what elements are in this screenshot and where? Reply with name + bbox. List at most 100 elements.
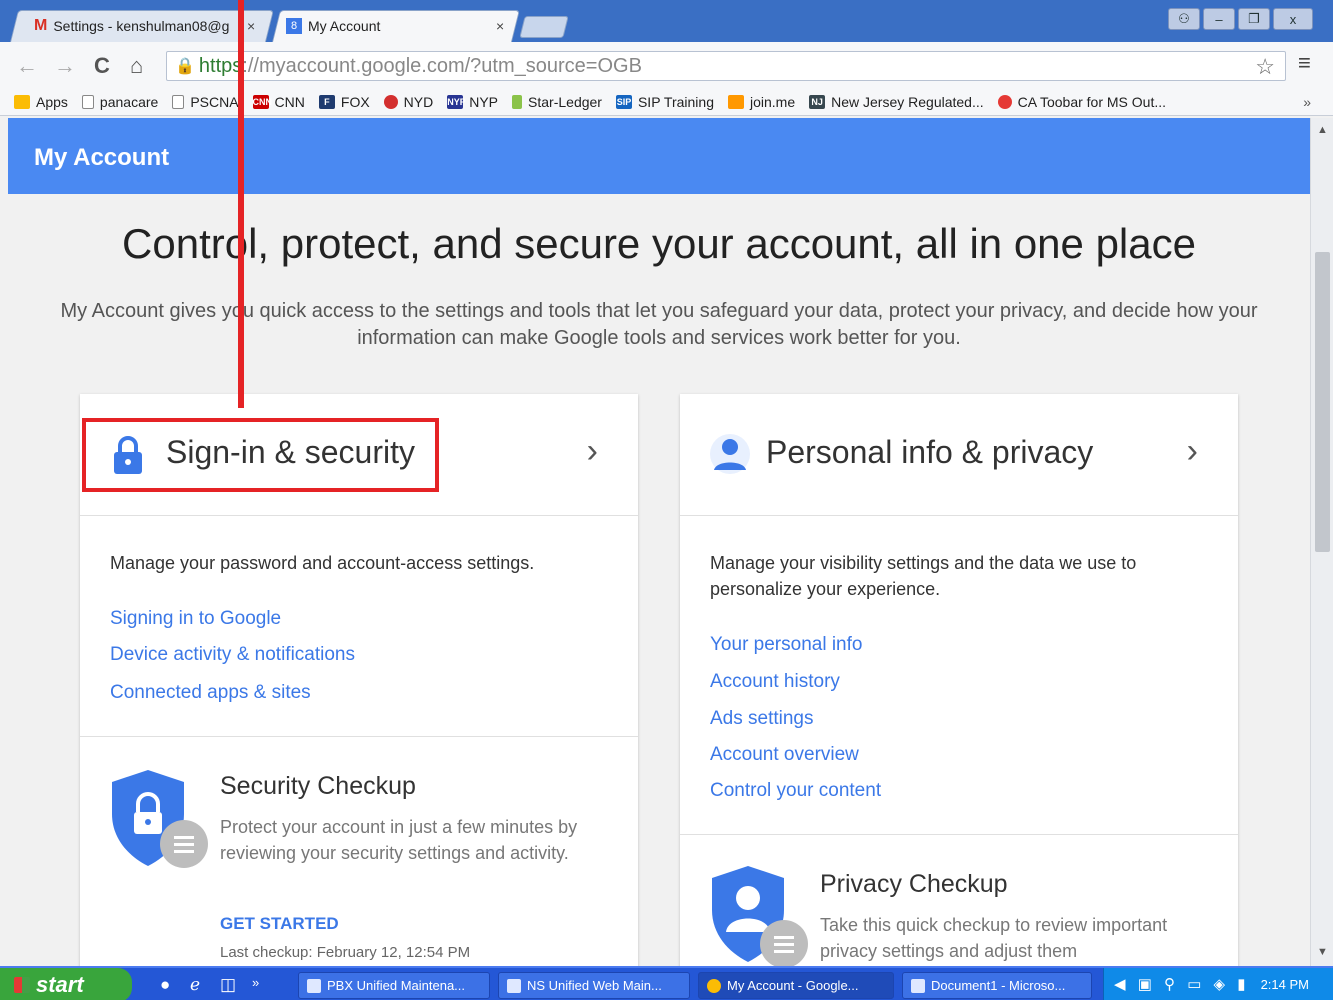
bookmark-label: join.me	[749, 93, 796, 110]
bookmarks-overflow-icon[interactable]: »	[1303, 94, 1311, 110]
card-header-personal-info[interactable]: Personal info & privacy ›	[680, 394, 1238, 516]
back-arrow-icon[interactable]: ←	[16, 53, 38, 79]
bookmark-fox[interactable]: F FOX	[318, 93, 370, 110]
link-personal-info[interactable]: Your personal info	[710, 634, 862, 656]
window-icon	[307, 978, 321, 993]
joinme-icon	[727, 94, 744, 109]
hamburger-menu-icon[interactable]: ≡	[1298, 50, 1311, 76]
page-scrollbar[interactable]: ▲ ▼	[1310, 118, 1333, 966]
start-button[interactable]: start	[0, 968, 132, 1000]
taskbar-my-account[interactable]: My Account - Google...	[698, 972, 894, 999]
privacy-checkup-title: Privacy Checkup	[820, 870, 1008, 898]
browser-toolbar: ← → C ⌂ 🔒 https ://myaccount.google.com/…	[0, 42, 1333, 88]
starledger-icon	[512, 94, 523, 109]
bookmark-label: Apps	[36, 93, 68, 110]
bookmark-label: New Jersey Regulated...	[831, 93, 984, 110]
tab-my-account-content: 8 My Account	[286, 10, 476, 42]
taskbar-button-label: NS Unified Web Main...	[527, 978, 662, 993]
url-path: ://myaccount.google.com/?utm_source=OGB	[242, 54, 642, 77]
taskbar-document1[interactable]: Document1 - Microso...	[902, 972, 1092, 999]
outlook-quicklaunch-icon[interactable]: ◫	[220, 975, 236, 995]
page-title: Control, protect, and secure your accoun…	[122, 220, 1196, 267]
reload-icon[interactable]: C	[94, 53, 110, 79]
taskbar-ns-unified[interactable]: NS Unified Web Main...	[498, 972, 690, 999]
bookmark-pscna[interactable]: PSCNA	[172, 93, 239, 110]
bookmark-label: panacare	[99, 93, 159, 110]
windows-flag-icon	[14, 977, 30, 993]
tab-my-account-close-icon[interactable]: ×	[496, 18, 504, 34]
tab-strip: M Settings - kenshulman08@g × 8 My Accou…	[0, 0, 1333, 42]
scroll-down-icon[interactable]: ▼	[1317, 946, 1328, 958]
card-personal-info-privacy: Personal info & privacy › Manage your vi…	[680, 394, 1238, 966]
link-signing-in[interactable]: Signing in to Google	[110, 608, 281, 630]
app-title[interactable]: My Account	[34, 144, 169, 172]
bookmark-ca-toolbar[interactable]: CA Toobar for MS Out...	[997, 94, 1166, 110]
link-connected-apps[interactable]: Connected apps & sites	[110, 682, 311, 704]
taskbar-pbx[interactable]: PBX Unified Maintena...	[298, 972, 490, 999]
tab-settings-close-icon[interactable]: ×	[247, 18, 255, 34]
window-controls: ⚇ – ❐ x	[1168, 8, 1313, 30]
bookmark-new-jersey[interactable]: NJ New Jersey Regulated...	[809, 94, 984, 110]
bookmark-panacare[interactable]: panacare	[81, 93, 159, 110]
divider	[680, 834, 1238, 835]
ca-icon	[997, 94, 1012, 109]
tray-icons[interactable]: ◀ ▣ ⚲ ▭ ◈ ▮	[1114, 975, 1250, 993]
link-account-overview[interactable]: Account overview	[710, 744, 859, 766]
taskbar-button-label: PBX Unified Maintena...	[327, 978, 466, 993]
url-scheme: https	[198, 54, 243, 77]
bookmark-nyd[interactable]: NYD	[383, 93, 434, 110]
bookmark-label: FOX	[340, 93, 370, 110]
bookmark-star-icon[interactable]: ☆	[1255, 54, 1275, 80]
bookmark-label: NYD	[403, 93, 434, 110]
quicklaunch-more-icon[interactable]: »	[252, 975, 259, 990]
new-tab-button[interactable]	[519, 16, 569, 38]
user-button[interactable]: ⚇	[1168, 8, 1200, 30]
link-device-activity[interactable]: Device activity & notifications	[110, 644, 355, 666]
gmail-icon: M	[34, 17, 48, 34]
address-bar[interactable]: 🔒 https ://myaccount.google.com/?utm_sou…	[166, 51, 1286, 81]
bookmark-join-me[interactable]: join.me	[727, 93, 796, 110]
person-icon	[710, 434, 750, 474]
minimize-button[interactable]: –	[1203, 8, 1235, 30]
chrome-icon	[707, 978, 721, 993]
restore-button[interactable]: ❐	[1238, 8, 1270, 30]
annotation-highlight-box	[82, 418, 439, 492]
get-started-button[interactable]: GET STARTED	[220, 914, 339, 934]
system-tray: ◀ ▣ ⚲ ▭ ◈ ▮ 2:14 PM	[1103, 968, 1333, 1000]
forward-arrow-icon[interactable]: →	[54, 53, 76, 79]
home-icon[interactable]: ⌂	[130, 53, 143, 79]
taskbar: start ● ℯ ◫ » PBX Unified Maintena... NS…	[0, 966, 1333, 1000]
scroll-up-icon[interactable]: ▲	[1317, 124, 1328, 136]
taskbar-button-label: My Account - Google...	[727, 978, 859, 993]
chevron-right-icon: ›	[1186, 432, 1198, 470]
bookmark-nyp[interactable]: NYP NYP	[447, 94, 498, 110]
page-description: My Account gives you quick access to the…	[60, 300, 1258, 349]
link-ads-settings[interactable]: Ads settings	[710, 708, 814, 730]
page-content: My Account Control, protect, and secure …	[8, 118, 1310, 966]
nj-icon: NJ	[809, 94, 826, 109]
card-description: Manage your visibility settings and the …	[710, 553, 1137, 599]
privacy-checkup-text: Take this quick checkup to review import…	[820, 915, 1168, 961]
bookmark-star-ledger[interactable]: Star-Ledger	[512, 94, 602, 110]
bookmark-sip-training[interactable]: SIP SIP Training	[615, 94, 714, 110]
link-account-history[interactable]: Account history	[710, 671, 840, 693]
link-control-content[interactable]: Control your content	[710, 780, 881, 802]
clock: 2:14 PM	[1260, 977, 1309, 992]
bookmark-label: PSCNA	[190, 93, 239, 110]
chrome-quicklaunch-icon[interactable]: ●	[160, 975, 170, 995]
ie-quicklaunch-icon[interactable]: ℯ	[190, 975, 200, 995]
bookmark-label: Star-Ledger	[528, 93, 602, 110]
cnn-icon: CNN	[252, 94, 273, 109]
word-icon	[911, 978, 925, 993]
annotation-arrow-line	[238, 0, 244, 408]
screen: M Settings - kenshulman08@g × 8 My Accou…	[0, 0, 1333, 1000]
card-description: Manage your password and account-access …	[110, 553, 535, 573]
bookmark-cnn[interactable]: CNN CNN	[252, 94, 305, 110]
close-window-button[interactable]: x	[1273, 8, 1313, 30]
sip-icon: SIP	[615, 94, 632, 109]
nyp-icon: NYP	[447, 94, 466, 109]
privacy-shield-icon	[712, 866, 808, 966]
scrollbar-thumb[interactable]	[1315, 252, 1330, 552]
security-shield-icon	[112, 770, 208, 868]
bookmark-apps[interactable]: Apps	[14, 94, 68, 110]
